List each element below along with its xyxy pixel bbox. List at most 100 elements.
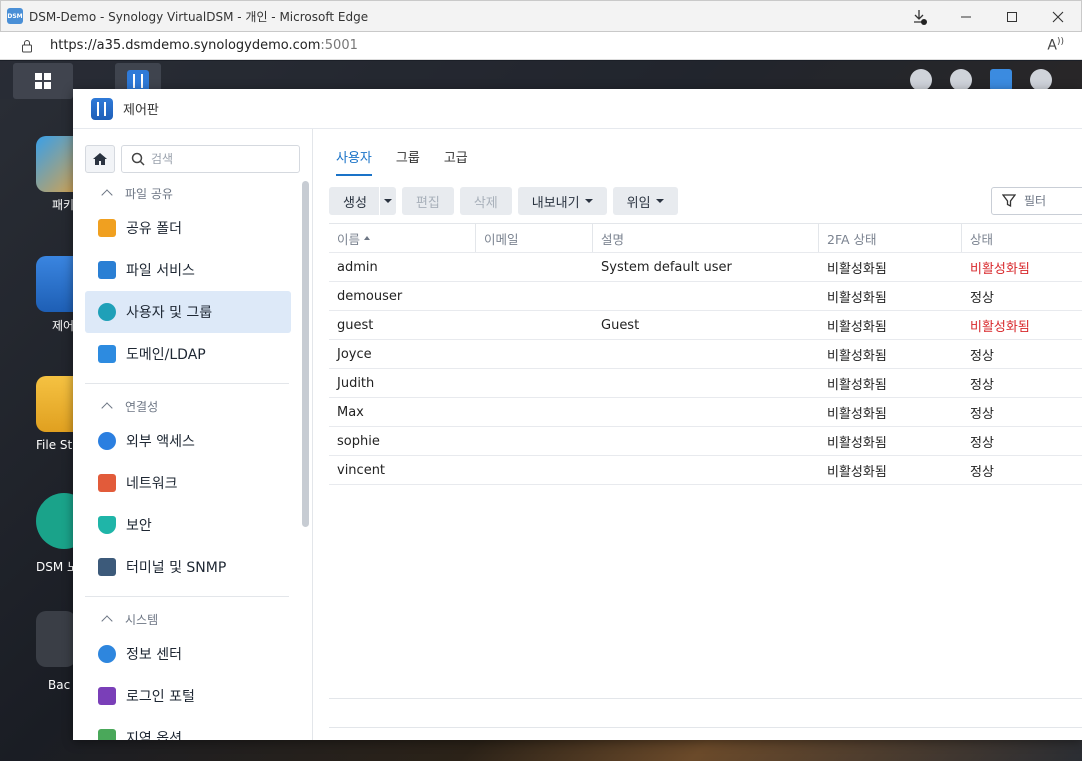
url-text[interactable]: https://a35.dsmdemo.synologydemo.com:500… — [50, 38, 358, 53]
home-button[interactable] — [85, 145, 115, 173]
table-row[interactable]: sophie 비활성화됨 정상 — [329, 427, 1082, 456]
divider — [85, 383, 289, 384]
cell-2fa: 비활성화됨 — [827, 377, 887, 393]
widgets-icon[interactable] — [990, 69, 1012, 91]
table-row[interactable]: admin System default user 비활성화됨 비활성화됨 — [329, 253, 1082, 282]
sidebar-item-shared-folder[interactable]: 공유 폴더 — [85, 207, 291, 249]
sidebar-item-region[interactable]: 지역 옵션 — [85, 717, 291, 740]
cell-email — [476, 456, 593, 484]
tab-groups[interactable]: 그룹 — [396, 147, 420, 176]
sort-ascending-icon — [364, 236, 371, 240]
cell-description — [593, 340, 819, 368]
cell-2fa: 비활성화됨 — [827, 435, 887, 451]
sidebar-item-security[interactable]: 보안 — [85, 504, 291, 546]
column-header-email[interactable]: 이메일 — [476, 224, 593, 252]
maximize-button[interactable] — [989, 1, 1035, 33]
chevron-up-icon — [101, 402, 113, 414]
browser-title: DSM-Demo - Synology VirtualDSM - 개인 - Mi… — [29, 9, 369, 24]
cell-name: Joyce — [337, 346, 372, 362]
export-label: 내보내기 — [531, 195, 580, 211]
cell-2fa: 비활성화됨 — [827, 406, 887, 422]
sidebar-item-label: 공유 폴더 — [126, 221, 182, 237]
sidebar-item-label: 네트워크 — [126, 476, 178, 492]
chat-icon[interactable] — [910, 69, 932, 91]
downloads-icon[interactable] — [897, 1, 943, 33]
filter-input[interactable] — [1024, 194, 1074, 208]
create-button[interactable]: 생성 — [329, 187, 380, 215]
cell-status: 정상 — [970, 464, 994, 480]
sidebar-scrollbar[interactable] — [302, 181, 309, 527]
sidebar-item-file-services[interactable]: 파일 서비스 — [85, 249, 291, 291]
sidebar-item-external-access[interactable]: 외부 액세스 — [85, 420, 291, 462]
sidebar: 파일 공유 공유 폴더 파일 서비스 사용자 및 그룹 도메인/LDAP 연결성 — [73, 129, 313, 740]
cell-description: System default user — [601, 259, 732, 275]
cell-2fa: 비활성화됨 — [827, 464, 887, 480]
filter-field[interactable] — [991, 187, 1082, 215]
main-menu-button[interactable] — [13, 63, 73, 99]
cell-email — [476, 311, 593, 339]
address-bar[interactable]: https://a35.dsmdemo.synologydemo.com:500… — [0, 32, 1082, 60]
tab-users[interactable]: 사용자 — [336, 147, 372, 176]
cell-name: demouser — [337, 288, 403, 304]
sidebar-item-label: 보안 — [126, 518, 152, 534]
table-row[interactable]: vincent 비활성화됨 정상 — [329, 456, 1082, 485]
table-row[interactable]: Joyce 비활성화됨 정상 — [329, 340, 1082, 369]
backup-icon — [36, 611, 76, 667]
tab-advanced[interactable]: 고급 — [444, 147, 468, 176]
section-file-sharing[interactable]: 파일 공유 — [73, 179, 303, 207]
create-dropdown-button[interactable] — [380, 187, 396, 215]
sidebar-item-label: 터미널 및 SNMP — [126, 560, 227, 576]
section-label: 파일 공유 — [125, 186, 173, 201]
home-icon — [93, 153, 107, 165]
cell-name: vincent — [337, 462, 386, 478]
chevron-up-icon — [101, 615, 113, 627]
delegate-button[interactable]: 위임 — [612, 187, 678, 215]
search-input[interactable] — [151, 152, 281, 166]
table-row[interactable]: demouser 비활성화됨 정상 — [329, 282, 1082, 311]
section-connectivity[interactable]: 연결성 — [73, 392, 303, 420]
delete-button[interactable]: 삭제 — [459, 187, 512, 215]
section-system[interactable]: 시스템 — [73, 605, 303, 633]
divider — [85, 596, 289, 597]
column-label: 이름 — [337, 231, 361, 247]
create-button-group: 생성 — [329, 187, 396, 215]
edit-button[interactable]: 편집 — [401, 187, 454, 215]
sidebar-item-network[interactable]: 네트워크 — [85, 462, 291, 504]
cell-name: admin — [337, 259, 378, 275]
sidebar-search[interactable] — [121, 145, 300, 173]
sidebar-item-login-portal[interactable]: 로그인 포털 — [85, 675, 291, 717]
table-row[interactable]: Judith 비활성화됨 정상 — [329, 369, 1082, 398]
lock-icon[interactable] — [20, 39, 34, 53]
sidebar-item-info-center[interactable]: 정보 센터 — [85, 633, 291, 675]
column-header-description[interactable]: 설명 — [593, 224, 819, 252]
shield-icon — [98, 516, 116, 534]
cell-email — [476, 427, 593, 455]
dsm-favicon-icon: DSM — [7, 8, 23, 24]
cell-name: Judith — [337, 375, 375, 391]
divider — [329, 727, 1082, 728]
export-button[interactable]: 내보내기 — [517, 187, 607, 215]
window-header: 제어판 — [73, 89, 1082, 129]
search-icon[interactable] — [1030, 69, 1052, 91]
sidebar-item-terminal-snmp[interactable]: 터미널 및 SNMP — [85, 546, 291, 588]
desktop-label-backup: Bac — [48, 678, 71, 692]
table-row[interactable]: Max 비활성화됨 정상 — [329, 398, 1082, 427]
column-header-name[interactable]: 이름 — [329, 224, 476, 252]
table-row[interactable]: guest Guest 비활성화됨 비활성화됨 — [329, 311, 1082, 340]
minimize-button[interactable] — [943, 1, 989, 33]
column-header-status[interactable]: 상태 — [962, 224, 1082, 252]
sidebar-item-users-groups[interactable]: 사용자 및 그룹 — [85, 291, 291, 333]
read-aloud-icon[interactable]: A)) — [1047, 37, 1064, 54]
divider — [329, 698, 1082, 699]
cell-email — [476, 253, 593, 281]
info-icon — [98, 645, 116, 663]
chevron-down-icon — [383, 199, 392, 203]
sidebar-item-domain-ldap[interactable]: 도메인/LDAP — [85, 333, 291, 375]
close-button[interactable] — [1035, 1, 1081, 33]
column-header-2fa[interactable]: 2FA 상태 — [819, 224, 962, 252]
cell-2fa: 비활성화됨 — [827, 290, 887, 306]
cell-status: 정상 — [970, 406, 994, 422]
external-access-icon — [98, 432, 116, 450]
user-icon[interactable] — [950, 69, 972, 91]
cell-email — [476, 340, 593, 368]
